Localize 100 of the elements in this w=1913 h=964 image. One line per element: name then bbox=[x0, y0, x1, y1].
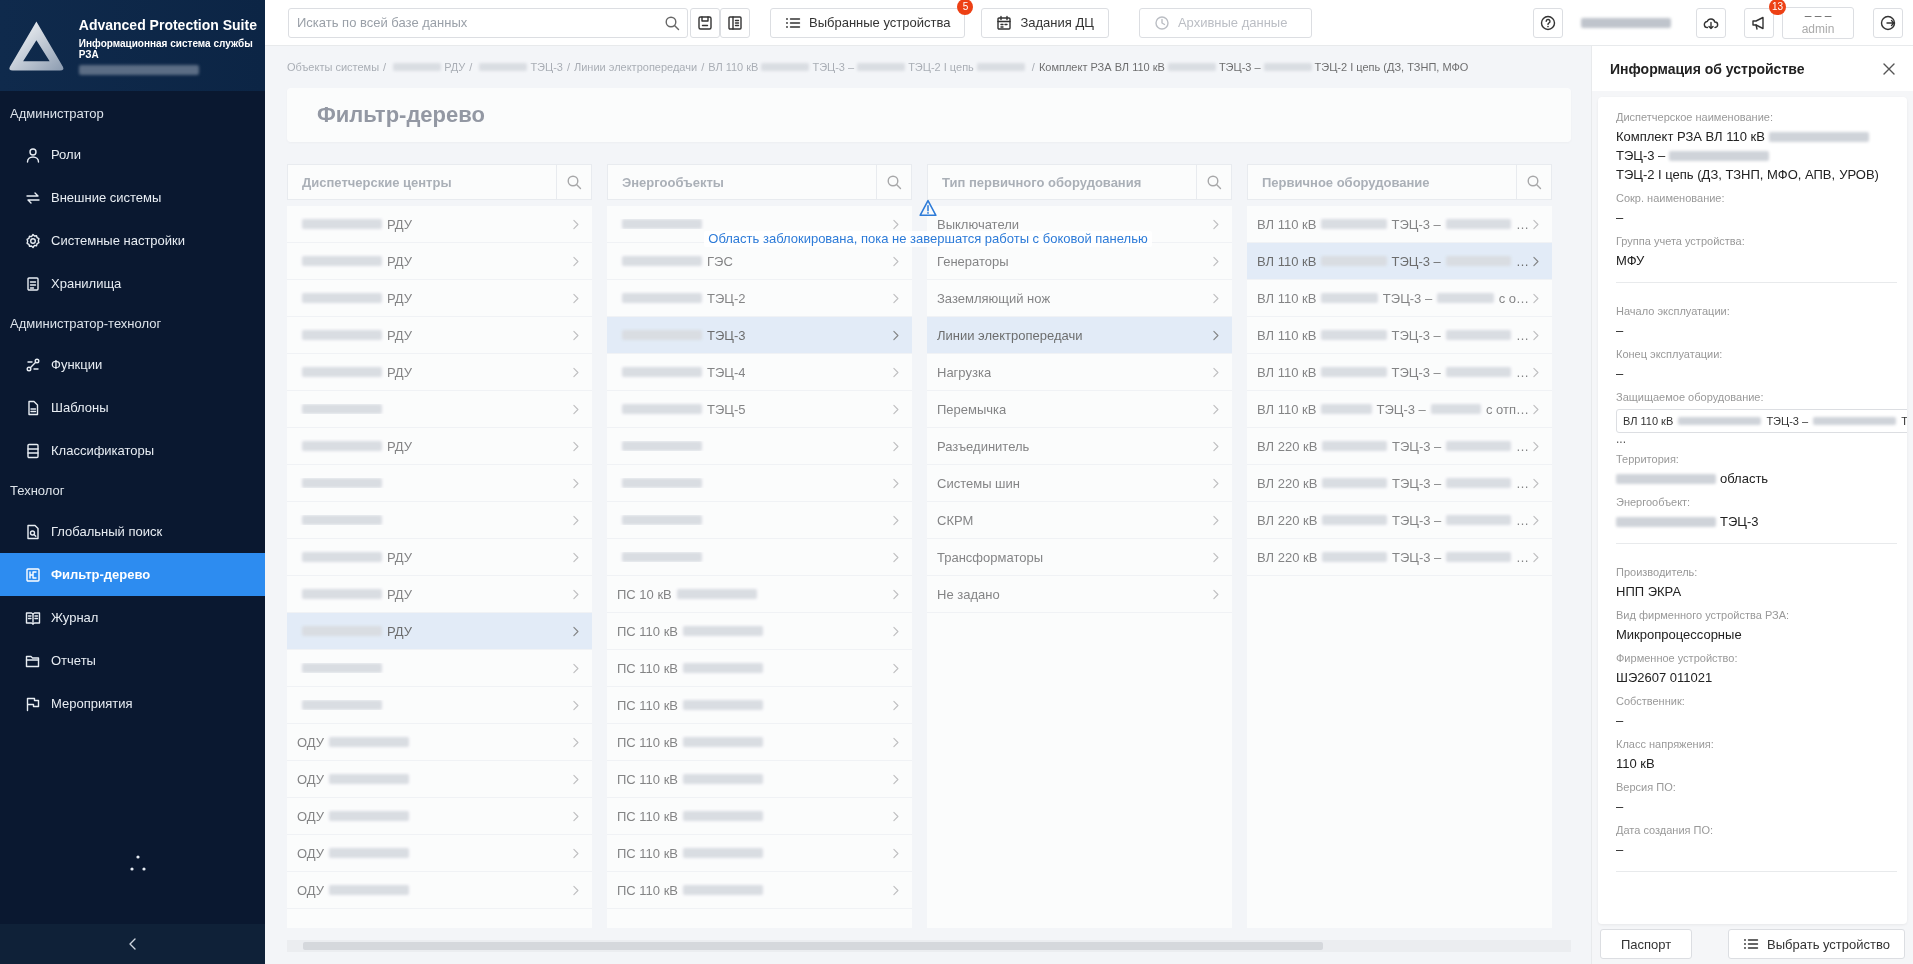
list-item[interactable]: Системы шин bbox=[927, 465, 1232, 502]
tree-icon bbox=[25, 566, 41, 583]
list-item[interactable]: ПС 10 кВ bbox=[607, 576, 912, 613]
list-item[interactable]: ВЛ 220 кВ ТЭЦ-3 – … bbox=[1247, 465, 1552, 502]
list-item[interactable]: РДУ bbox=[287, 280, 592, 317]
field-label: Конец эксплуатации: bbox=[1616, 347, 1724, 362]
list-item[interactable]: РДУ bbox=[287, 428, 592, 465]
field-value: НПП ЭКРА bbox=[1616, 583, 1682, 601]
list-item[interactable]: РДУ bbox=[287, 354, 592, 391]
redacted-text bbox=[393, 63, 442, 71]
list-item[interactable]: ВЛ 110 кВ ТЭЦ-3 – … bbox=[1247, 317, 1552, 354]
list-item[interactable]: Перемычка bbox=[927, 391, 1232, 428]
list-item[interactable]: РДУ bbox=[287, 206, 592, 243]
filter-field[interactable]: Первичное оборудование bbox=[1247, 164, 1516, 200]
dc-tasks-button[interactable]: Задания ДЦ bbox=[981, 7, 1109, 38]
field-value: – bbox=[1616, 365, 1624, 383]
list-item[interactable]: ОДУ bbox=[287, 835, 592, 872]
search-button[interactable] bbox=[1196, 164, 1232, 200]
search-icon bbox=[25, 523, 41, 540]
list-item[interactable]: ПС 110 кВ bbox=[607, 724, 912, 761]
search-button[interactable] bbox=[1516, 164, 1552, 200]
list-item[interactable]: Линии электропередачи bbox=[927, 317, 1232, 354]
download-button[interactable] bbox=[1696, 7, 1726, 38]
list-item[interactable]: РДУ bbox=[287, 613, 592, 650]
app-title: Advanced Protection Suite bbox=[78, 16, 258, 33]
list-item[interactable]: РДУ bbox=[287, 539, 592, 576]
search-button[interactable] bbox=[556, 164, 592, 200]
menu-item[interactable]: Функции bbox=[0, 343, 265, 386]
item-label: ВЛ 110 кВ bbox=[1257, 216, 1317, 232]
menu-section-title: Администратор-технолог bbox=[9, 315, 163, 333]
list-item[interactable]: ПС 110 кВ bbox=[607, 687, 912, 724]
list-item[interactable]: ВЛ 220 кВ ТЭЦ-3 – … bbox=[1247, 502, 1552, 539]
list-item[interactable]: ОДУ bbox=[287, 724, 592, 761]
list-item[interactable]: СКРМ bbox=[927, 502, 1232, 539]
list-item[interactable]: Разъединитель bbox=[927, 428, 1232, 465]
help-button[interactable] bbox=[1533, 7, 1563, 38]
more-indicator: ... bbox=[1616, 433, 1627, 445]
menu-item[interactable]: Отчеты bbox=[0, 639, 265, 682]
list-item[interactable]: РДУ bbox=[287, 317, 592, 354]
user-box[interactable]: – – – admin bbox=[1782, 6, 1854, 39]
list-item[interactable]: ПС 110 кВ bbox=[607, 872, 912, 909]
menu-item[interactable]: Мероприятия bbox=[0, 682, 265, 725]
list-item[interactable]: ВЛ 110 кВ ТЭЦ-3 – с о… bbox=[1247, 280, 1552, 317]
menu-item[interactable]: Хранилища bbox=[0, 262, 265, 305]
filter-field[interactable]: Диспетчерские центры bbox=[287, 164, 556, 200]
horizontal-scrollbar[interactable] bbox=[287, 940, 1571, 952]
list-item[interactable]: Трансформаторы bbox=[927, 539, 1232, 576]
menu-item[interactable]: Классификаторы bbox=[0, 429, 265, 472]
field-label: Производитель: bbox=[1616, 565, 1699, 580]
search-field[interactable]: Искать по всей базе данных bbox=[288, 7, 688, 38]
field-value: УРОВ) bbox=[1839, 166, 1879, 184]
logout-button[interactable] bbox=[1873, 7, 1903, 38]
menu-item[interactable]: Системные настройки bbox=[0, 219, 265, 262]
search-icon bbox=[566, 174, 582, 190]
menu-item[interactable]: Внешние системы bbox=[0, 176, 265, 219]
panel-toggle-button[interactable] bbox=[720, 7, 750, 38]
count-badge: 5 bbox=[957, 0, 974, 15]
item-label: РДУ bbox=[387, 586, 412, 602]
filter-field[interactable]: Энергообъекты bbox=[607, 164, 876, 200]
list-item[interactable]: ТЭЦ-4 bbox=[607, 354, 912, 391]
item-label: ТЭЦ-2 bbox=[707, 290, 746, 306]
list-item[interactable]: ПС 110 кВ bbox=[607, 613, 912, 650]
list-item[interactable]: ВЛ 110 кВ ТЭЦ-3 – … bbox=[1247, 354, 1552, 391]
notifications-button[interactable] bbox=[1744, 7, 1774, 38]
list-item[interactable]: ТЭЦ-5 bbox=[607, 391, 912, 428]
menu-item[interactable]: Роли bbox=[0, 133, 265, 176]
filter-field[interactable]: Тип первичного оборудования bbox=[927, 164, 1196, 200]
item-label: Не задано bbox=[937, 586, 1000, 602]
list-item[interactable]: ВЛ 110 кВ ТЭЦ-3 – … bbox=[1247, 243, 1552, 280]
search-button[interactable] bbox=[876, 164, 912, 200]
list-item[interactable]: ОДУ bbox=[287, 798, 592, 835]
menu-item[interactable]: Фильтр-дерево bbox=[0, 553, 265, 596]
item-label: ОДУ bbox=[297, 808, 325, 824]
select-device-button[interactable]: Выбрать устройство bbox=[1728, 929, 1905, 959]
list-item[interactable]: Нагрузка bbox=[927, 354, 1232, 391]
list-item[interactable]: ВЛ 110 кВ ТЭЦ-3 – с отп… bbox=[1247, 391, 1552, 428]
list-item[interactable]: ОДУ bbox=[287, 761, 592, 798]
list-item[interactable]: ПС 110 кВ bbox=[607, 650, 912, 687]
item-label: Нагрузка bbox=[937, 364, 992, 380]
list-item[interactable]: Не задано bbox=[927, 576, 1232, 613]
list-item[interactable]: ОДУ bbox=[287, 872, 592, 909]
field-label: Сокр. наименование: bbox=[1616, 191, 1726, 206]
list-item[interactable]: ВЛ 220 кВ ТЭЦ-3 – … bbox=[1247, 539, 1552, 576]
list-item[interactable]: ПС 110 кВ bbox=[607, 761, 912, 798]
list-item[interactable]: ТЭЦ-3 bbox=[607, 317, 912, 354]
passport-button[interactable]: Паспорт bbox=[1600, 929, 1693, 959]
list-item[interactable]: ПС 110 кВ bbox=[607, 798, 912, 835]
menu-item[interactable]: Журнал bbox=[0, 596, 265, 639]
item-label: ПС 110 кВ bbox=[617, 623, 679, 639]
redacted-text bbox=[1321, 404, 1372, 414]
menu-item[interactable]: Глобальный поиск bbox=[0, 510, 265, 553]
logout-icon bbox=[1880, 14, 1896, 31]
save-button[interactable] bbox=[690, 7, 720, 38]
clock-icon bbox=[1153, 14, 1170, 31]
field-value: Комплект РЗА ВЛ 110 кВ bbox=[1616, 128, 1765, 146]
item-label: ТЭЦ-3 – bbox=[1392, 475, 1442, 491]
list-item[interactable]: РДУ bbox=[287, 243, 592, 280]
list-item[interactable]: ПС 110 кВ bbox=[607, 835, 912, 872]
menu-item[interactable]: Шаблоны bbox=[0, 386, 265, 429]
list-item[interactable]: ВЛ 220 кВ ТЭЦ-3 – … bbox=[1247, 428, 1552, 465]
